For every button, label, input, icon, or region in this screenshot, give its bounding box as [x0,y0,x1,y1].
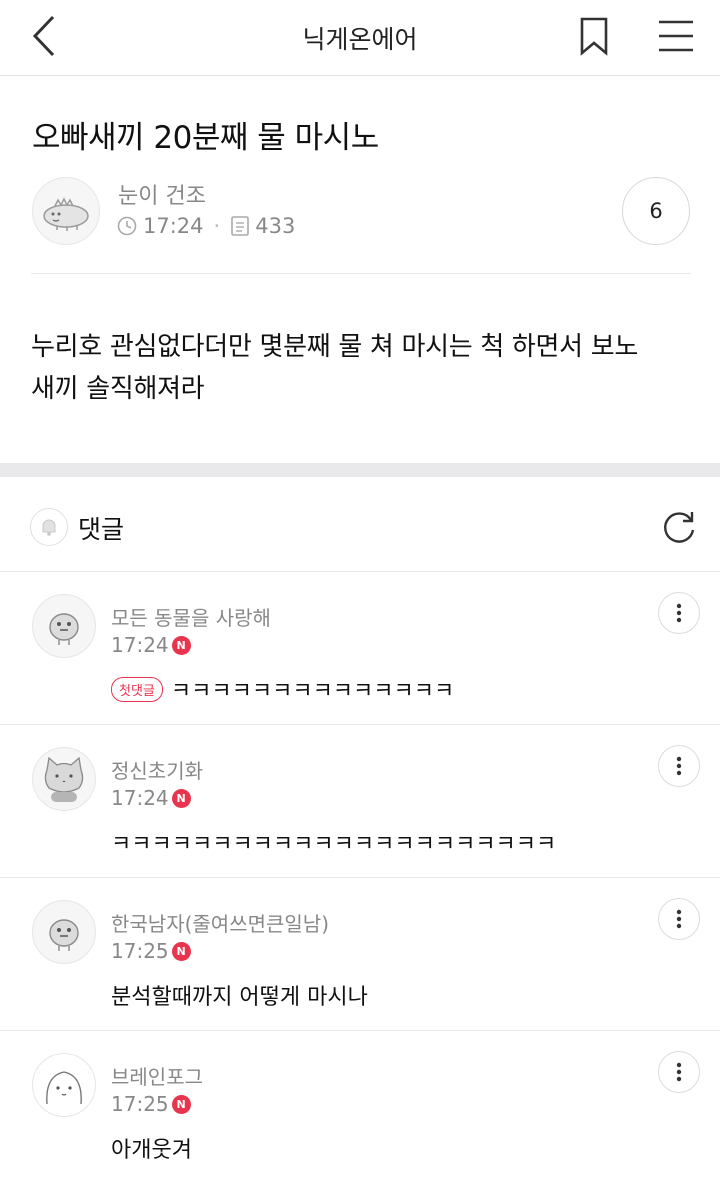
refresh-button[interactable] [659,507,699,547]
comment-count: 6 [649,199,663,223]
new-badge: N [171,941,191,961]
menu-button[interactable] [652,12,700,60]
commenter-avatar[interactable] [32,747,96,811]
commenter-name[interactable]: 브레인포그 [111,1061,203,1090]
bookmark-button[interactable] [572,12,616,60]
refresh-icon [664,512,695,543]
cat-avatar-icon [44,756,84,802]
comment-item: 한국남자(줄여쓰면큰일남) 17:25 N 분석할때까지 어떻게 마시나 [0,878,720,1031]
post-body-line: 새끼 솔직해져라 [31,374,205,404]
meta-separator: · [213,214,221,238]
comment-text: 분석할때까지 어떻게 마시나 [111,985,368,1010]
comment-more-button[interactable] [658,592,700,634]
chick-avatar-icon [49,919,79,951]
post-author[interactable]: 눈이 건조 [118,178,206,210]
post-body-line: 누리호 관심없다더만 몇분째 물 쳐 마시는 척 하면서 보노 [31,332,638,362]
commenter-avatar[interactable] [32,594,96,658]
more-vertical-icon [676,909,682,929]
comment-time-row: 17:25 N [111,939,191,963]
comment-text: ㅋㅋㅋㅋㅋㅋㅋㅋㅋㅋㅋㅋㅋㅋ [170,679,455,704]
comment-item: 정신초기화 17:24 N ㅋㅋㅋㅋㅋㅋㅋㅋㅋㅋㅋㅋㅋㅋㅋㅋㅋㅋㅋㅋㅋㅋ [0,725,720,878]
comment-time: 17:24 [111,633,169,657]
comment-item: 브레인포그 17:25 N 아개웃겨 [0,1031,720,1183]
post-views: 433 [255,214,296,238]
dinosaur-avatar-icon [43,197,89,231]
notification-toggle[interactable] [30,508,68,546]
bookmark-icon [580,17,608,56]
post-body: 누리호 관심없다더만 몇분째 물 쳐 마시는 척 하면서 보노 새끼 솔직해져라 [31,326,691,410]
more-vertical-icon [676,756,682,776]
bell-icon [42,519,56,536]
post-title: 오빠새끼 20분째 물 마시노 [32,120,379,156]
divider [31,273,690,274]
comment-text-row: 분석할때까지 어떻게 마시나 [111,979,368,1011]
post-meta: 17:24 · 433 [116,214,295,238]
commenter-avatar[interactable] [32,1053,96,1117]
commenter-avatar[interactable] [32,900,96,964]
new-badge: N [171,635,191,655]
comment-item: 모든 동물을 사랑해 17:24 N 첫댓글 ㅋㅋㅋㅋㅋㅋㅋㅋㅋㅋㅋㅋㅋㅋ [0,572,720,725]
comments-label: 댓글 [78,515,125,544]
commenter-name[interactable]: 모든 동물을 사랑해 [111,602,271,631]
top-app-bar: 닉게온에어 [0,0,720,76]
comment-more-button[interactable] [658,898,700,940]
post-time: 17:24 [143,214,204,238]
chick-avatar-icon [49,613,79,645]
first-comment-tag: 첫댓글 [111,676,163,702]
comment-time-row: 17:24 N [111,633,191,657]
comment-text-row: 아개웃겨 [111,1132,192,1164]
section-divider [0,463,720,477]
comment-text-row: 첫댓글 ㅋㅋㅋㅋㅋㅋㅋㅋㅋㅋㅋㅋㅋㅋ [111,673,454,705]
views-icon [231,216,250,236]
new-badge: N [171,788,191,808]
comment-more-button[interactable] [658,1051,700,1093]
comment-time: 17:25 [111,1092,169,1116]
comment-time: 17:24 [111,786,169,810]
blob-avatar-icon [46,1071,82,1105]
more-vertical-icon [676,603,682,623]
commenter-name[interactable]: 한국남자(줄여쓰면큰일남) [111,908,329,937]
new-badge: N [171,1094,191,1114]
comment-more-button[interactable] [658,745,700,787]
author-avatar[interactable] [32,177,100,245]
comment-time-row: 17:25 N [111,1092,191,1116]
comment-time: 17:25 [111,939,169,963]
comment-text: 아개웃겨 [111,1138,192,1163]
comment-text: ㅋㅋㅋㅋㅋㅋㅋㅋㅋㅋㅋㅋㅋㅋㅋㅋㅋㅋㅋㅋㅋㅋ [111,832,557,857]
comment-count-button[interactable]: 6 [622,177,690,245]
commenter-name[interactable]: 정신초기화 [111,755,203,784]
comment-time-row: 17:24 N [111,786,191,810]
comment-text-row: ㅋㅋㅋㅋㅋㅋㅋㅋㅋㅋㅋㅋㅋㅋㅋㅋㅋㅋㅋㅋㅋㅋ [111,826,556,858]
clock-icon [117,216,137,236]
more-vertical-icon [676,1062,682,1082]
hamburger-menu-icon [659,20,693,52]
